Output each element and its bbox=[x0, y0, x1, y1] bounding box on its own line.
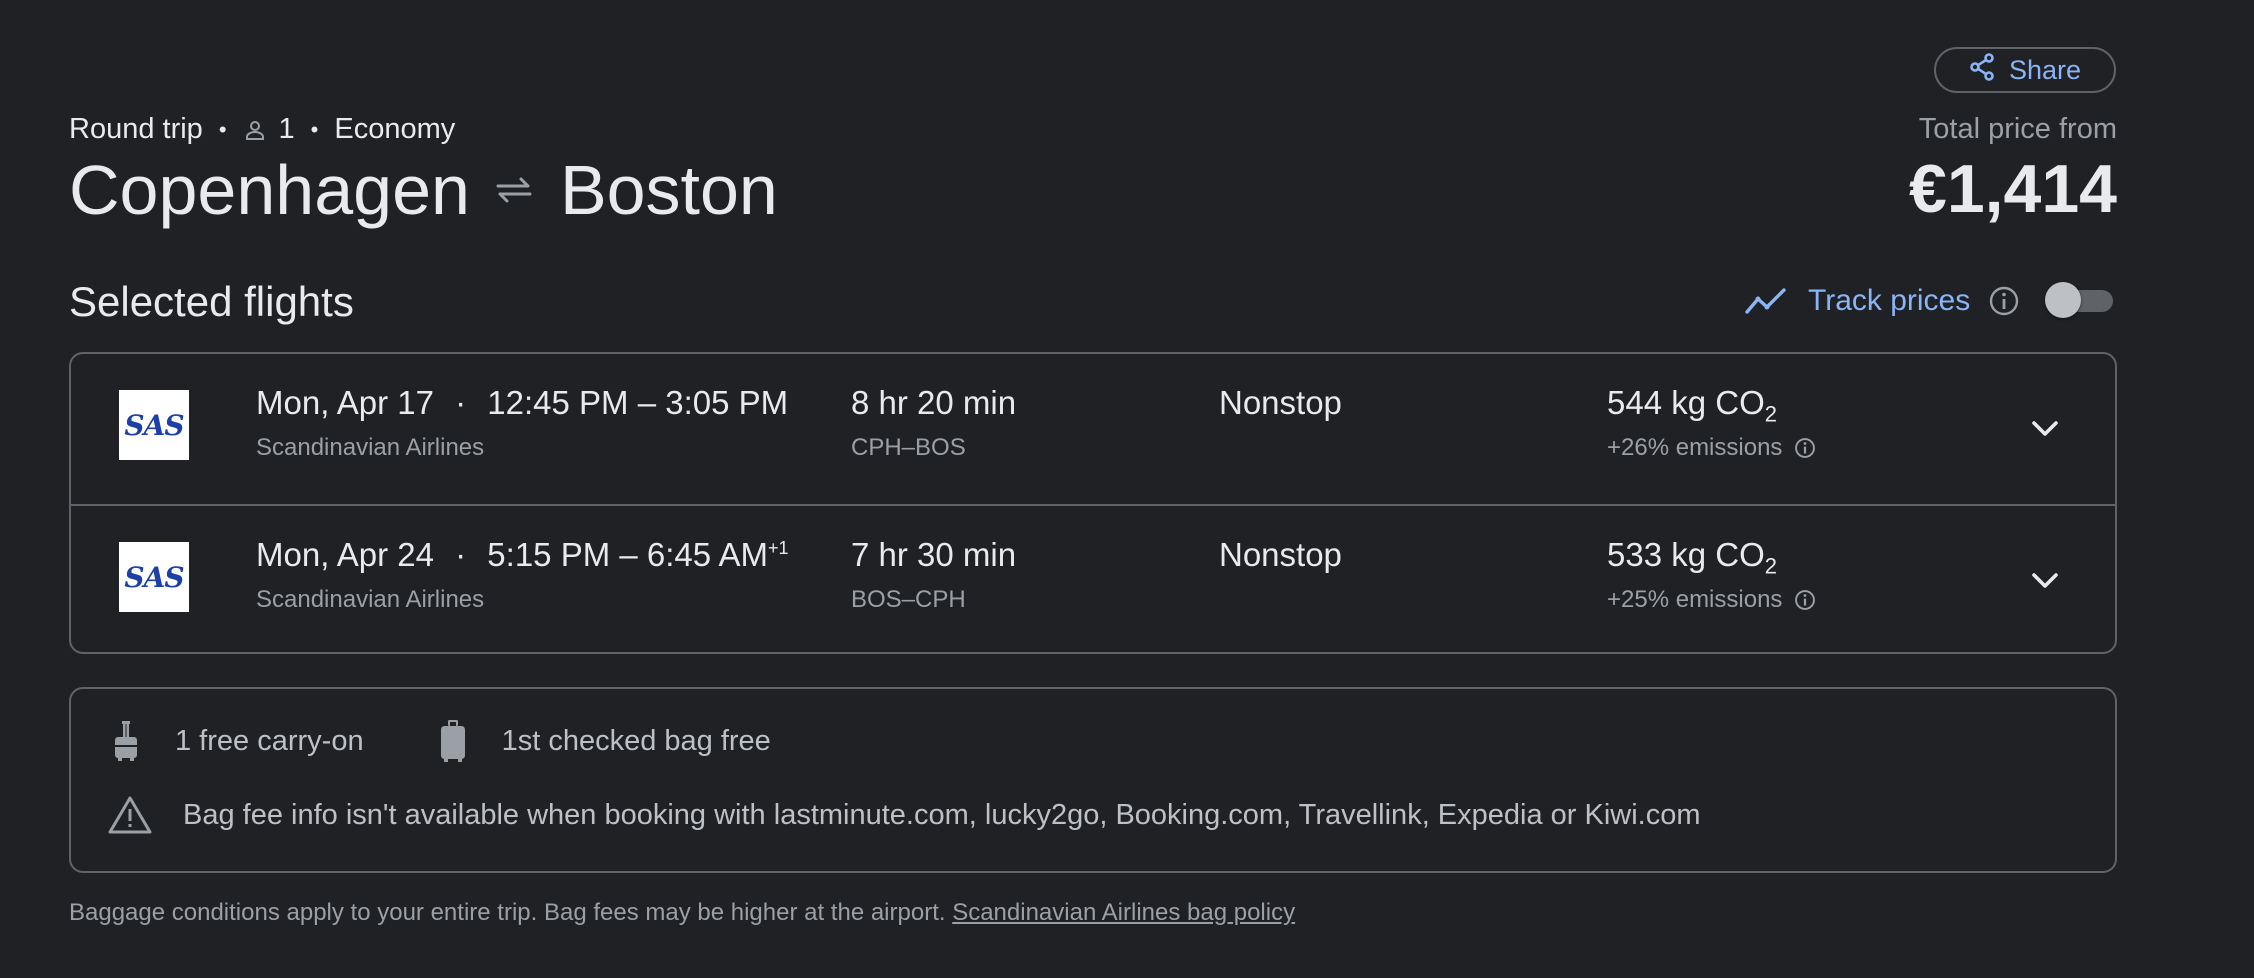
co2-amount: 533 kg CO2 bbox=[1607, 536, 1777, 579]
section-title: Selected flights bbox=[69, 278, 354, 325]
emissions-info: +25% emissions bbox=[1607, 586, 1816, 614]
toggle-knob bbox=[2045, 282, 2081, 318]
baggage-info: 1 free carry-on 1st checked bag free Bag… bbox=[69, 687, 2117, 873]
emissions-label: +25% emissions bbox=[1607, 586, 1783, 613]
share-icon bbox=[1969, 52, 1995, 88]
warning-icon bbox=[107, 795, 153, 835]
trip-summary: Round trip • 1 • Economy bbox=[69, 113, 455, 146]
origin-city: Copenhagen bbox=[69, 151, 470, 229]
flight-duration: 8 hr 20 min bbox=[851, 384, 1017, 421]
flight-row[interactable]: SAS Mon, Apr 24 · 5:15 PM – 6:45 AM+1 Sc… bbox=[71, 504, 2115, 655]
flight-row[interactable]: SAS Mon, Apr 17 · 12:45 PM – 3:05 PM Sca… bbox=[71, 354, 2115, 503]
destination-city: Boston bbox=[559, 151, 778, 229]
checked-bag-icon bbox=[438, 719, 468, 763]
checked-bag-text: 1st checked bag free bbox=[501, 724, 771, 757]
carry-on-text: 1 free carry-on bbox=[175, 724, 364, 757]
swap-arrows-icon bbox=[494, 175, 534, 205]
info-icon[interactable] bbox=[1988, 285, 2020, 317]
airline-name: Scandinavian Airlines bbox=[256, 586, 485, 613]
baggage-footer: Baggage conditions apply to your entire … bbox=[69, 899, 1295, 927]
person-icon bbox=[243, 118, 267, 142]
airline-logo: SAS bbox=[119, 542, 189, 612]
co2-amount: 544 kg CO2 bbox=[1607, 384, 1777, 427]
flight-times: Mon, Apr 24 · 5:15 PM – 6:45 AM+1 bbox=[256, 536, 789, 573]
track-prices-label: Track prices bbox=[1808, 284, 1971, 317]
trip-type: Round trip bbox=[69, 113, 203, 145]
flight-stops: Nonstop bbox=[1219, 536, 1342, 573]
info-icon[interactable] bbox=[1794, 437, 1816, 459]
flight-date: Mon, Apr 24 bbox=[256, 536, 434, 573]
chevron-down-icon[interactable] bbox=[2029, 566, 2061, 601]
flight-time-range: 12:45 PM – 3:05 PM bbox=[487, 384, 789, 421]
chevron-down-icon[interactable] bbox=[2029, 414, 2061, 449]
flight-airports: CPH–BOS bbox=[851, 434, 966, 461]
airline-name: Scandinavian Airlines bbox=[256, 434, 485, 461]
warning-text: Bag fee info isn't available when bookin… bbox=[183, 798, 1701, 831]
trend-icon bbox=[1744, 286, 1790, 316]
day-offset: +1 bbox=[767, 538, 789, 558]
track-prices-toggle[interactable] bbox=[2045, 282, 2117, 318]
separator-dot: • bbox=[218, 116, 227, 142]
flight-time-range: 5:15 PM – 6:45 AM bbox=[487, 536, 768, 573]
separator-dot: • bbox=[310, 116, 319, 142]
selected-flights-list: SAS Mon, Apr 17 · 12:45 PM – 3:05 PM Sca… bbox=[69, 352, 2117, 654]
flight-times: Mon, Apr 17 · 12:45 PM – 3:05 PM bbox=[256, 384, 789, 421]
share-label: Share bbox=[2008, 54, 2082, 85]
passenger-count: 1 bbox=[278, 113, 295, 145]
airline-logo: SAS bbox=[119, 390, 189, 460]
track-prices[interactable]: Track prices bbox=[1744, 284, 2020, 318]
info-icon[interactable] bbox=[1794, 589, 1816, 611]
footer-text: Baggage conditions apply to your entire … bbox=[69, 899, 946, 926]
flight-stops: Nonstop bbox=[1219, 384, 1342, 421]
bag-policy-link[interactable]: Scandinavian Airlines bag policy bbox=[952, 899, 1295, 926]
share-button[interactable]: Share bbox=[1934, 47, 2116, 93]
cabin-class: Economy bbox=[334, 113, 456, 145]
price-label: Total price from bbox=[1918, 113, 2117, 145]
emissions-label: +26% emissions bbox=[1607, 434, 1783, 461]
baggage-allowance: 1 free carry-on 1st checked bag free bbox=[111, 719, 771, 763]
flight-airports: BOS–CPH bbox=[851, 586, 966, 613]
emissions-info: +26% emissions bbox=[1607, 434, 1816, 462]
flight-date: Mon, Apr 17 bbox=[256, 384, 434, 421]
flight-duration: 7 hr 30 min bbox=[851, 536, 1017, 573]
bag-fee-warning: Bag fee info isn't available when bookin… bbox=[107, 795, 1701, 835]
carry-on-bag-icon bbox=[111, 720, 141, 762]
route-title: Copenhagen Boston bbox=[69, 150, 778, 230]
total-price: €1,414 bbox=[1909, 151, 2117, 227]
